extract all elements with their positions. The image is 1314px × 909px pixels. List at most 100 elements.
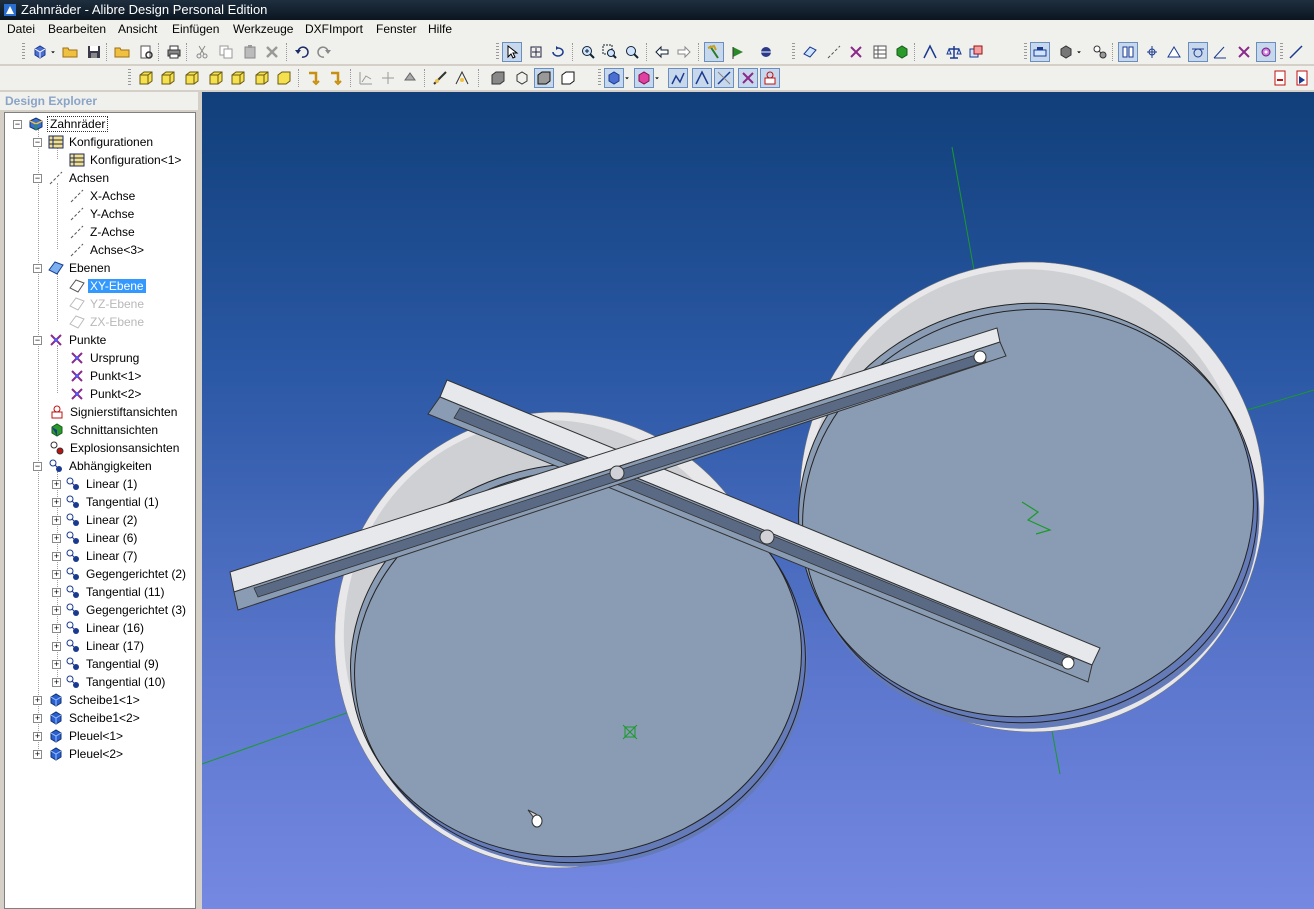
tree-node-abhaengigkeiten[interactable]: − Abhängigkeiten <box>33 457 154 475</box>
next-view-button[interactable] <box>674 42 694 62</box>
collapse-toggle[interactable]: − <box>33 137 42 147</box>
collapse-toggle[interactable]: − <box>33 335 42 345</box>
color-part-button[interactable] <box>604 68 624 88</box>
tree-node-constraint[interactable]: + Linear (7) <box>52 547 139 565</box>
collapse-toggle[interactable]: − <box>33 173 42 183</box>
color-dropdown-button[interactable] <box>622 68 632 88</box>
print-preview-button[interactable] <box>136 42 156 62</box>
tree-node-xy-ebene[interactable]: XY-Ebene <box>69 277 146 295</box>
tree-node-constraint[interactable]: + Gegengerichtet (2) <box>52 565 188 583</box>
tree-node-y-achse[interactable]: Y-Achse <box>69 205 136 223</box>
explode-view-button[interactable] <box>356 68 376 88</box>
tree-node-punkt1[interactable]: Punkt<1> <box>69 367 143 385</box>
tree-node-constraint[interactable]: + Linear (17) <box>52 637 146 655</box>
normal-to-button[interactable] <box>304 68 324 88</box>
trail-button[interactable] <box>378 68 398 88</box>
tree-node-ursprung[interactable]: Ursprung <box>69 349 141 367</box>
point-constraint-button[interactable] <box>738 68 758 88</box>
tree-node-scheibe1-2[interactable]: + Scheibe1<2> <box>33 709 142 727</box>
disc-scheibe1-2[interactable] <box>763 225 1302 768</box>
toolbar-grip[interactable] <box>598 69 601 87</box>
tree-node-signierstiftansichten[interactable]: Signierstiftansichten <box>49 403 179 421</box>
expand-toggle[interactable]: + <box>52 533 61 543</box>
open-button[interactable] <box>60 42 80 62</box>
render-button[interactable] <box>756 42 776 62</box>
toolbar-grip[interactable] <box>792 43 795 61</box>
expand-toggle[interactable]: + <box>52 587 61 597</box>
expand-toggle[interactable]: + <box>33 731 42 741</box>
shaded-button[interactable] <box>488 68 508 88</box>
tree-node-konfiguration1[interactable]: Konfiguration<1> <box>69 151 183 169</box>
previous-view-button[interactable] <box>652 42 672 62</box>
3d-scene[interactable] <box>202 92 1314 909</box>
expand-toggle[interactable]: + <box>33 749 42 759</box>
menu-hilfe[interactable]: Hilfe <box>426 22 454 36</box>
tree-node-achse3[interactable]: Achse<3> <box>69 241 146 259</box>
expand-toggle[interactable]: + <box>52 623 61 633</box>
tree-node-constraint[interactable]: + Tangential (11) <box>52 583 167 601</box>
tree-node-explosionsansichten[interactable]: Explosionsansichten <box>49 439 181 457</box>
expand-toggle[interactable]: + <box>52 551 61 561</box>
insert-part-button[interactable] <box>1056 42 1076 62</box>
toolbar-grip[interactable] <box>128 69 131 87</box>
mass-properties-button[interactable] <box>944 42 964 62</box>
menu-dxfimport[interactable]: DXFImport <box>303 22 365 36</box>
interference-button[interactable] <box>966 42 986 62</box>
tree-node-yz-ebene[interactable]: YZ-Ebene <box>69 295 146 313</box>
toolbar-grip[interactable] <box>496 43 499 61</box>
menu-bearbeiten[interactable]: Bearbeiten <box>46 22 108 36</box>
expand-toggle[interactable]: + <box>52 677 61 687</box>
save-button[interactable] <box>84 42 104 62</box>
section-view-button[interactable] <box>892 42 912 62</box>
new-dropdown-button[interactable] <box>48 42 58 62</box>
menu-datei[interactable]: Datei <box>5 22 37 36</box>
select-tool-button[interactable] <box>502 42 522 62</box>
replace-button[interactable] <box>400 68 420 88</box>
constraint-tool-button[interactable] <box>1090 42 1110 62</box>
menu-fenster[interactable]: Fenster <box>374 22 419 36</box>
shaded-edges-button[interactable] <box>534 68 554 88</box>
print-button[interactable] <box>164 42 184 62</box>
toolbar-grip[interactable] <box>1024 43 1027 61</box>
rotate-button[interactable] <box>548 42 568 62</box>
paste-button[interactable] <box>240 42 260 62</box>
view-front-button[interactable] <box>136 68 156 88</box>
pan-button[interactable] <box>526 42 546 62</box>
collapse-toggle[interactable]: − <box>33 263 42 273</box>
angle-button[interactable] <box>1210 42 1230 62</box>
hidden-lines-button[interactable] <box>558 68 578 88</box>
export-pdf-button[interactable] <box>1270 68 1290 88</box>
menu-werkzeuge[interactable]: Werkzeuge <box>231 22 295 36</box>
toolbar-grip[interactable] <box>22 43 25 61</box>
wireframe-button[interactable] <box>512 68 532 88</box>
table-button[interactable] <box>870 42 890 62</box>
zoom-window-button[interactable] <box>600 42 620 62</box>
insert-part-dropdown-button[interactable] <box>1074 42 1084 62</box>
tree-node-punkte[interactable]: − Punkte <box>33 331 108 349</box>
orient-constraint-button[interactable] <box>714 68 734 88</box>
align-constraint-button[interactable] <box>692 68 712 88</box>
view-iso-button[interactable] <box>274 68 294 88</box>
view-bottom-button[interactable] <box>206 68 226 88</box>
view-right-button[interactable] <box>252 68 272 88</box>
signpen-constraint-button[interactable] <box>760 68 780 88</box>
assembly-view-button[interactable] <box>1030 42 1050 62</box>
zoom-in-button[interactable] <box>578 42 598 62</box>
tangent-button[interactable] <box>1188 42 1208 62</box>
align-button[interactable] <box>1142 42 1162 62</box>
tree-node-z-achse[interactable]: Z-Achse <box>69 223 137 241</box>
mate-constraint-button[interactable] <box>668 68 688 88</box>
insert-axis-button[interactable] <box>824 42 844 62</box>
insert-plane-button[interactable] <box>800 42 820 62</box>
tree-node-pleuel2[interactable]: + Pleuel<2> <box>33 745 125 763</box>
collapse-toggle[interactable]: − <box>33 461 42 471</box>
tree-node-punkt2[interactable]: Punkt<2> <box>69 385 143 403</box>
open-folder-button[interactable] <box>112 42 132 62</box>
show-constraints-button[interactable] <box>728 42 748 62</box>
expand-toggle[interactable]: + <box>52 659 61 669</box>
expand-toggle[interactable]: + <box>52 641 61 651</box>
3d-viewport[interactable] <box>202 92 1314 909</box>
tree-node-constraint[interactable]: + Tangential (10) <box>52 673 167 691</box>
expand-toggle[interactable]: + <box>33 695 42 705</box>
tree-node-x-achse[interactable]: X-Achse <box>69 187 137 205</box>
